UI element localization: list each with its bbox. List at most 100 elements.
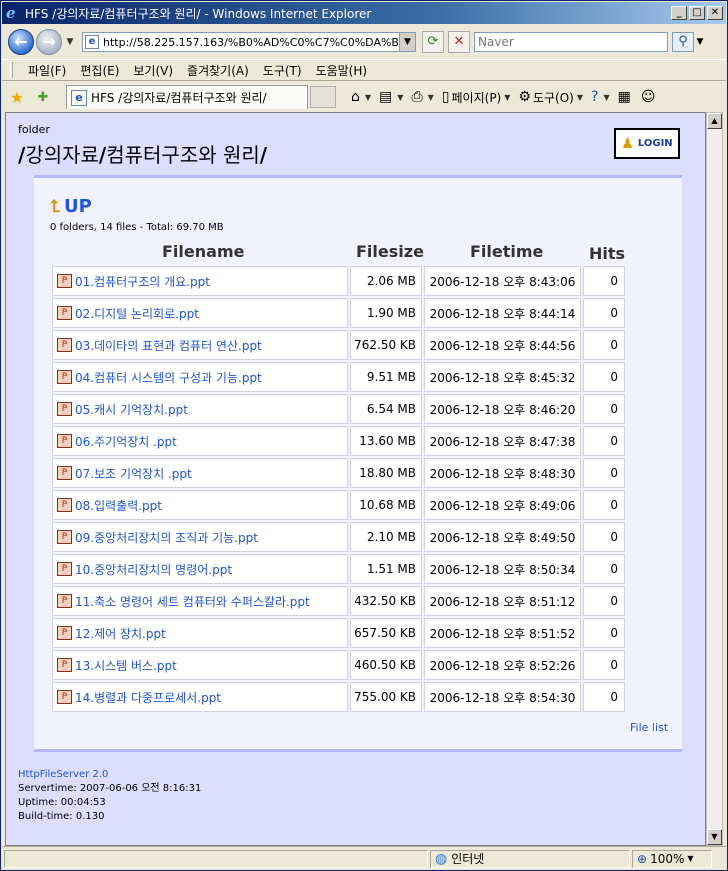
stop-button[interactable]: ✕ — [448, 31, 470, 53]
header-filesize[interactable]: Filesize — [356, 242, 424, 261]
table-row: P 01.컴퓨터구조의 개요.ppt 2.06 MB 2006-12-18 오후 8:… — [52, 266, 625, 296]
refresh-button[interactable]: ⟳ — [422, 31, 444, 53]
file-hits-cell: 0 — [583, 426, 625, 456]
menu-file[interactable]: 파일(F) — [21, 62, 73, 79]
search-input[interactable] — [475, 33, 667, 51]
file-link[interactable]: 05.캐시 기억장치.ppt — [75, 403, 188, 417]
table-row: P 13.시스템 버스.ppt 460.50 KB 2006-12-18 오후 8:5… — [52, 650, 625, 680]
file-size-cell: 1.90 MB — [350, 298, 422, 328]
file-name-cell: P 12.제어 장치.ppt — [52, 618, 348, 648]
file-link[interactable]: 04.컴퓨터 시스템의 구성과 기능.ppt — [75, 371, 262, 385]
file-time-cell: 2006-12-18 오후 8:46:20 — [424, 394, 581, 424]
file-name-cell: P 08.입력출력.ppt — [52, 490, 348, 520]
back-button[interactable]: ← — [8, 29, 34, 55]
table-row: P 06.주기억장치 .ppt 13.60 MB 2006-12-18 오후 8:47… — [52, 426, 625, 456]
file-list-link[interactable]: File list — [630, 721, 668, 734]
file-link[interactable]: 01.컴퓨터구조의 개요.ppt — [75, 275, 210, 289]
security-zone[interactable]: ◍ 인터넷 — [430, 849, 630, 868]
research-button[interactable]: ▦ — [615, 89, 636, 105]
search-box[interactable] — [474, 32, 668, 52]
file-size-cell: 2.10 MB — [350, 522, 422, 552]
close-button[interactable]: ✕ — [707, 6, 723, 20]
file-link[interactable]: 02.디지털 논리회로.ppt — [75, 307, 199, 321]
status-text — [4, 849, 428, 868]
ppt-file-icon: P — [57, 530, 72, 544]
scroll-up-button[interactable]: ▲ — [707, 113, 722, 129]
forward-button[interactable]: → — [36, 29, 62, 55]
tab-label: HFS /강의자료/컴퓨터구조와 원리/ — [91, 91, 267, 105]
path-link-1[interactable]: 강의자료 — [25, 143, 99, 167]
page-icon: e — [85, 35, 99, 49]
header-filetime[interactable]: Filetime — [470, 242, 543, 261]
minimize-button[interactable]: _ — [671, 6, 687, 20]
zoom-control[interactable]: ⊕ 100% ▼ — [632, 849, 712, 868]
file-link[interactable]: 09.중앙처리장치의 조직과 기능.ppt — [75, 531, 258, 545]
address-dropdown-icon[interactable]: ▼ — [399, 33, 415, 51]
menu-help[interactable]: 도움말(H) — [309, 62, 375, 79]
file-link[interactable]: 08.입력출력.ppt — [75, 499, 162, 513]
title-bar: e HFS /강의자료/컴퓨터구조와 원리/ - Windows Interne… — [2, 2, 726, 24]
home-icon: ⌂ — [351, 89, 360, 105]
menu-edit[interactable]: 편집(E) — [73, 62, 126, 79]
header-filename[interactable]: Filename — [162, 242, 244, 261]
new-tab-button[interactable] — [310, 86, 336, 108]
file-hits-cell: 0 — [583, 522, 625, 552]
ppt-file-icon: P — [57, 274, 72, 288]
file-link[interactable]: 12.제어 장치.ppt — [75, 627, 166, 641]
tab-current[interactable]: e HFS /강의자료/컴퓨터구조와 원리/ — [66, 85, 308, 109]
help-button[interactable]: ? ▼ — [588, 89, 613, 105]
vertical-scrollbar[interactable]: ▲ ▼ — [706, 112, 723, 846]
file-link[interactable]: 11.축소 명령어 세트 컴퓨터와 수퍼스칼라.ppt — [75, 595, 310, 609]
up-link[interactable]: ⮤ UP — [50, 196, 92, 217]
ppt-file-icon: P — [57, 306, 72, 320]
file-name-cell: P 10.중앙처리장치의 명령어.ppt — [52, 554, 348, 584]
file-link[interactable]: 10.중앙처리장치의 명령어.ppt — [75, 563, 232, 577]
menu-view[interactable]: 보기(V) — [126, 62, 180, 79]
zoom-icon: ⊕ — [637, 851, 648, 866]
command-bar: ⌂ ▼ ▤ ▼ ⎙ ▼ ▯ 페이지(P) ▼ ⚙ 도구(O) ▼ ? ▼ ▦ ☺ — [348, 89, 660, 106]
ppt-file-icon: P — [57, 626, 72, 640]
header-hits[interactable]: Hits — [589, 244, 625, 263]
toolbar-grip — [10, 62, 13, 78]
search-icon[interactable]: ⚲ — [672, 32, 694, 52]
address-input[interactable] — [103, 35, 399, 49]
file-link[interactable]: 13.시스템 버스.ppt — [75, 659, 177, 673]
history-dropdown-icon[interactable]: ▼ — [64, 37, 76, 47]
user-icon: ♟ — [621, 135, 634, 152]
file-link[interactable]: 03.데이타의 표현과 컴퓨터 연산.ppt — [75, 339, 262, 353]
zoom-dropdown-icon: ▼ — [687, 854, 694, 863]
status-bar: ◍ 인터넷 ⊕ 100% ▼ — [2, 846, 726, 870]
home-button[interactable]: ⌂ ▼ — [348, 89, 374, 105]
research-icon: ▦ — [617, 89, 631, 105]
file-time-cell: 2006-12-18 오후 8:44:14 — [424, 298, 581, 328]
print-button[interactable]: ⎙ ▼ — [408, 89, 436, 105]
messenger-button[interactable]: ☺ — [638, 89, 661, 105]
file-hits-cell: 0 — [583, 330, 625, 360]
add-favorite-icon[interactable]: ✚ — [32, 90, 54, 105]
file-link[interactable]: 07.보조 기억장치 .ppt — [75, 467, 192, 481]
menu-tools[interactable]: 도구(T) — [256, 62, 309, 79]
menu-favorites[interactable]: 즐겨찾기(A) — [180, 62, 256, 79]
login-button[interactable]: ♟ LOGIN — [614, 128, 680, 159]
scroll-down-button[interactable]: ▼ — [707, 829, 722, 845]
maximize-button[interactable]: □ — [689, 6, 705, 20]
file-link[interactable]: 14.병렬과 다중프로세서.ppt — [75, 691, 221, 705]
address-bar[interactable]: e ▼ — [82, 32, 416, 52]
feeds-button[interactable]: ▤ ▼ — [376, 89, 406, 105]
file-size-cell: 6.54 MB — [350, 394, 422, 424]
ppt-file-icon: P — [57, 402, 72, 416]
favorites-star-icon[interactable]: ★ — [6, 88, 28, 107]
path-sep-2: / — [259, 143, 268, 167]
hfs-link[interactable]: HttpFileServer 2.0 — [18, 768, 201, 782]
path-link-2[interactable]: 컴퓨터구조와 원리 — [106, 143, 260, 167]
page-menu-button[interactable]: ▯ 페이지(P) ▼ — [439, 89, 514, 106]
file-name-cell: P 14.병렬과 다중프로세서.ppt — [52, 682, 348, 712]
file-link[interactable]: 06.주기억장치 .ppt — [75, 435, 177, 449]
zoom-level: 100% — [650, 851, 685, 866]
search-dropdown-icon[interactable]: ▼ — [694, 37, 706, 47]
folder-path: /강의자료/컴퓨터구조와 원리/ — [18, 139, 267, 168]
file-time-cell: 2006-12-18 오후 8:50:34 — [424, 554, 581, 584]
tools-menu-button[interactable]: ⚙ 도구(O) ▼ — [515, 89, 586, 106]
file-size-cell: 657.50 KB — [350, 618, 422, 648]
messenger-icon: ☺ — [640, 89, 656, 105]
